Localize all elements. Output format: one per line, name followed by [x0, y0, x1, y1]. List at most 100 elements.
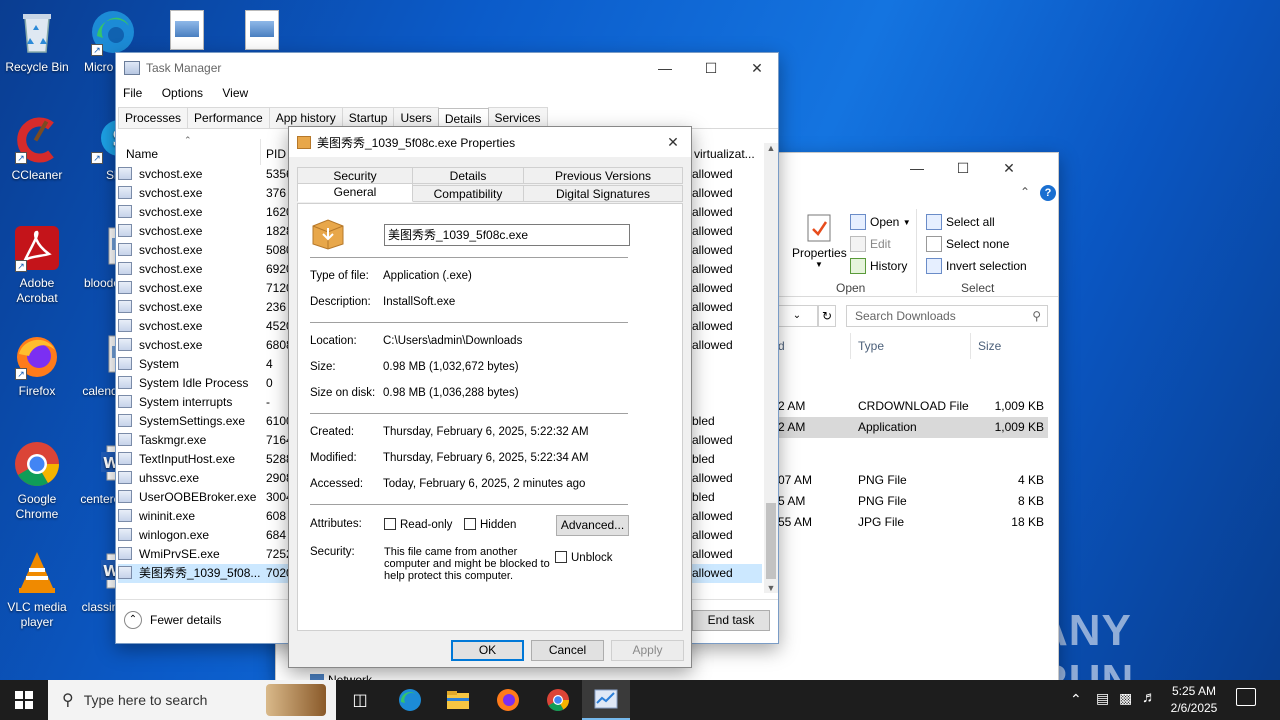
open-button[interactable]: Open ▼	[850, 214, 911, 230]
tab-services[interactable]: Services	[487, 107, 548, 128]
column-header-name[interactable]: Name	[126, 147, 158, 161]
file-row[interactable]: 55 AM JPG File 18 KB	[776, 512, 1048, 533]
file-type: PNG File	[858, 494, 907, 508]
desktop-icon-firefox[interactable]: ↗ Firefox	[0, 332, 74, 399]
properties-button[interactable]: Properties ▼	[792, 213, 847, 269]
task-view-button[interactable]: ◫	[336, 680, 384, 720]
created-label: Created:	[310, 426, 355, 438]
clock[interactable]: 5:25 AM 2/6/2025	[1162, 683, 1226, 717]
tab-security[interactable]: Security	[297, 167, 413, 184]
file-row[interactable]: 5 AM PNG File 8 KB	[776, 491, 1048, 512]
anyrun-watermark: ANY RUN	[1036, 606, 1133, 705]
select-none-button[interactable]: Select none	[926, 236, 1009, 252]
close-button[interactable]: ✕	[986, 153, 1032, 183]
scroll-thumb[interactable]	[766, 503, 776, 579]
tab-users[interactable]: Users	[393, 107, 439, 128]
file-row[interactable]: 07 AM PNG File 4 KB	[776, 470, 1048, 491]
desktop-icon-recycle-bin[interactable]: Recycle Bin	[0, 8, 74, 75]
process-name: SystemSettings.exe	[139, 414, 246, 428]
tab-digital-signatures[interactable]: Digital Signatures	[523, 185, 683, 202]
minimize-button[interactable]: —	[642, 53, 688, 83]
column-header-type[interactable]: Type	[858, 339, 884, 353]
select-all-button[interactable]: Select all	[926, 214, 995, 230]
tab-startup[interactable]: Startup	[341, 107, 395, 128]
process-name: svchost.exe	[139, 262, 203, 276]
cancel-button[interactable]: Cancel	[531, 640, 604, 661]
file-type: PNG File	[858, 473, 907, 487]
taskbar-explorer-icon[interactable]	[434, 680, 482, 720]
tab-app-history[interactable]: App history	[268, 107, 343, 128]
close-button[interactable]: ✕	[653, 127, 693, 157]
tab-general[interactable]: General	[297, 183, 413, 202]
notifications-icon[interactable]	[1236, 688, 1256, 706]
process-name: svchost.exe	[139, 243, 203, 257]
menu-options[interactable]: Options	[162, 86, 203, 100]
readonly-checkbox[interactable]: Read-only	[384, 518, 452, 531]
maximize-button[interactable]: ☐	[688, 53, 734, 83]
start-button[interactable]	[0, 680, 48, 720]
apply-button[interactable]: Apply	[611, 640, 684, 661]
column-header-virtualization[interactable]: virtualizat...	[694, 147, 755, 161]
column-header-size[interactable]: Size	[978, 339, 1001, 353]
tray-chevron-icon[interactable]: ⌃	[1070, 691, 1082, 708]
file-row[interactable]: 2 AM CRDOWNLOAD File 1,009 KB	[776, 396, 1048, 417]
tray-lan-icon[interactable]: ▩	[1119, 690, 1132, 707]
taskbar-chrome-icon[interactable]	[534, 680, 582, 720]
filename-input[interactable]: 美图秀秀_1039_5f08c.exe	[384, 224, 630, 246]
desktop-icon-chrome[interactable]: Google Chrome	[0, 440, 74, 522]
file-modified: 07 AM	[778, 473, 813, 487]
taskbar-edge-icon[interactable]	[386, 680, 434, 720]
process-name: svchost.exe	[139, 300, 203, 314]
desktop-icon-acrobat[interactable]: ↗ Adobe Acrobat	[0, 224, 74, 306]
close-button[interactable]: ✕	[734, 53, 780, 83]
file-modified: 2 AM	[778, 399, 806, 413]
fewer-details-button[interactable]: ⌃ Fewer details	[124, 611, 221, 629]
file-row[interactable]: 2 AM Application 1,009 KB	[776, 417, 1048, 438]
tray-volume-icon[interactable]: ♬	[1142, 689, 1157, 706]
search-icon: ⚲	[1032, 309, 1041, 323]
taskbar-firefox-icon[interactable]	[484, 680, 532, 720]
hidden-checkbox[interactable]: Hidden	[464, 518, 516, 531]
history-button[interactable]: History	[850, 258, 907, 274]
column-header-modified[interactable]: d	[778, 339, 785, 353]
scroll-up-icon[interactable]: ▲	[764, 143, 778, 153]
tab-performance[interactable]: Performance	[187, 107, 270, 128]
help-icon[interactable]: ?	[1040, 185, 1056, 201]
dialog-titlebar[interactable]: 美图秀秀_1039_5f08c.exe Properties	[289, 127, 691, 157]
taskbar-task-manager-icon[interactable]	[582, 680, 630, 720]
collapse-ribbon-icon[interactable]: ⌃	[1020, 185, 1030, 199]
menu-view[interactable]: View	[222, 86, 248, 100]
process-icon	[118, 490, 132, 503]
unblock-checkbox[interactable]: Unblock	[555, 551, 613, 564]
type-value: Application (.exe)	[383, 270, 472, 282]
minimize-button[interactable]: —	[894, 153, 940, 183]
taskbar-search-box[interactable]: ⚲ Type here to search	[48, 680, 336, 720]
end-task-button[interactable]: End task	[692, 610, 770, 631]
menu-file[interactable]: File	[123, 86, 142, 100]
acrobat-icon: ↗	[13, 224, 61, 272]
tab-previous-versions[interactable]: Previous Versions	[523, 167, 683, 184]
maximize-button[interactable]: ☐	[940, 153, 986, 183]
ok-button[interactable]: OK	[451, 640, 524, 661]
desktop-file-thumb-1[interactable]	[170, 10, 204, 50]
advanced-button[interactable]: Advanced...	[556, 515, 629, 536]
desktop-icon-vlc[interactable]: VLC media player	[0, 548, 74, 630]
desktop-file-thumb-2[interactable]	[245, 10, 279, 50]
tray-network-icon[interactable]: ▤	[1096, 690, 1109, 707]
search-input[interactable]: Search Downloads ⚲	[846, 305, 1048, 327]
column-header-pid[interactable]: PID	[266, 147, 286, 161]
properties-dialog[interactable]: 美图秀秀_1039_5f08c.exe Properties ✕ Securit…	[288, 126, 692, 668]
invert-selection-button[interactable]: Invert selection	[926, 258, 1027, 274]
tab-compatibility[interactable]: Compatibility	[412, 185, 524, 202]
process-name: System interrupts	[139, 395, 233, 409]
edit-button[interactable]: Edit	[850, 236, 891, 252]
scroll-down-icon[interactable]: ▼	[764, 583, 778, 593]
icon-label: Google Chrome	[15, 492, 59, 521]
desktop-icon-ccleaner[interactable]: ↗ CCleaner	[0, 116, 74, 183]
vertical-scrollbar[interactable]: ▲ ▼	[764, 143, 778, 593]
refresh-icon[interactable]: ↻	[818, 305, 836, 327]
description-value: InstallSoft.exe	[383, 296, 456, 308]
tab-processes[interactable]: Processes	[118, 107, 189, 128]
tab-details[interactable]: Details	[412, 167, 524, 184]
address-dropdown[interactable]: ⌄	[776, 305, 818, 327]
